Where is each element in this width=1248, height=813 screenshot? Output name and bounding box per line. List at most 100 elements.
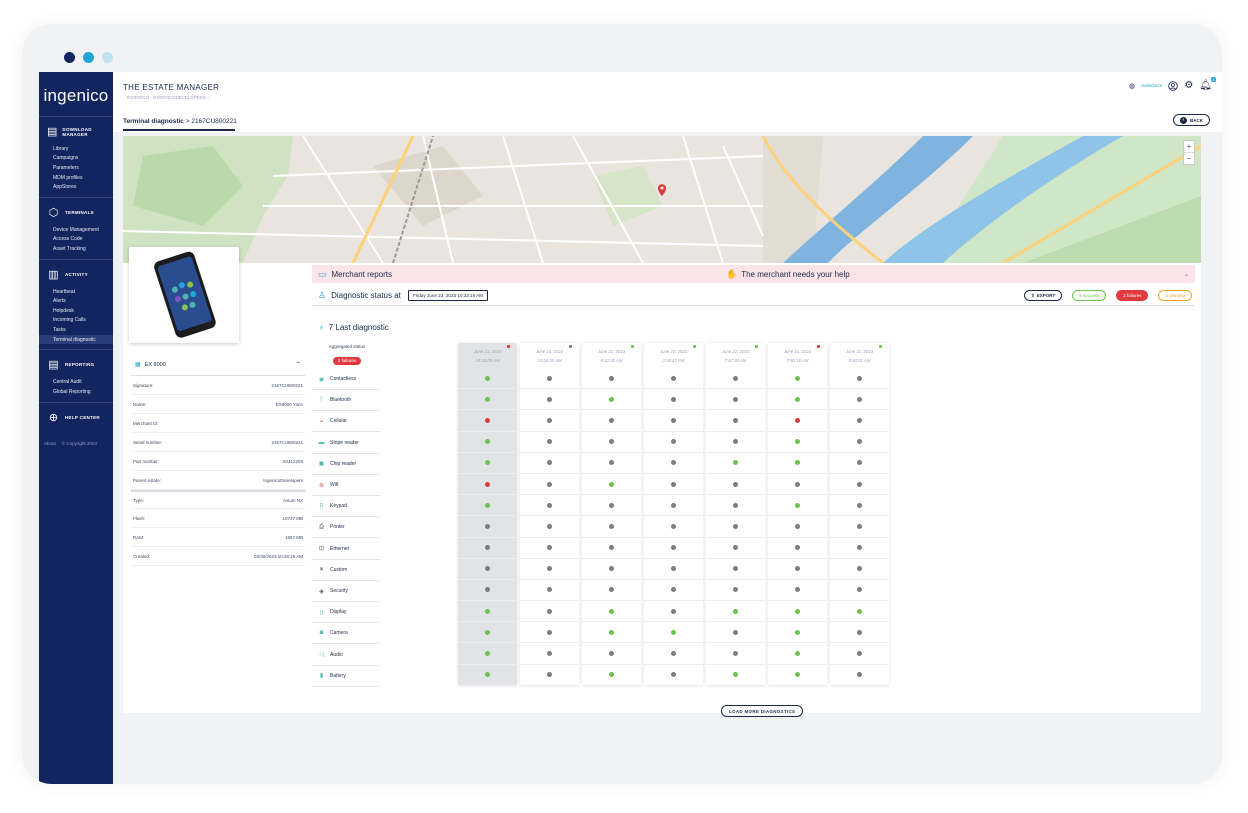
chevron-down-icon[interactable]: ⌄ xyxy=(1184,271,1189,278)
org-icon[interactable]: ◍ xyxy=(1129,82,1135,90)
sidebar-item-parameters[interactable]: Parameters xyxy=(39,163,113,173)
diagnostic-cell xyxy=(644,453,703,474)
status-dot xyxy=(795,523,800,529)
diagnostic-cell xyxy=(520,474,579,496)
diagnostic-column[interactable]: June 21, 2023 8:30:01 AM xyxy=(830,343,889,686)
diagnostic-column[interactable]: June 22, 2023 2:56:42 PM xyxy=(644,343,703,686)
diagnostic-status-flag xyxy=(507,345,510,348)
diagnostic-column[interactable]: June 23, 2023 10:10:09 AM xyxy=(458,343,517,686)
status-dot xyxy=(857,587,862,593)
back-button[interactable]: ‹ BACK xyxy=(1173,114,1210,126)
diagnostic-cell xyxy=(706,643,765,665)
sidebar-item-tasks[interactable]: Tasks xyxy=(39,325,113,335)
estate-breadcrumb[interactable]: INGENICO · INGENICODEVELOPERS › xyxy=(127,95,209,100)
aggregated-failures-badge: 2 failures xyxy=(332,356,362,365)
diagnostic-cell xyxy=(830,432,889,453)
diagnostic-column[interactable]: June 21, 2023 7:50:16 AM xyxy=(768,343,827,686)
sidebar-section-terminals[interactable]: ⬡ TERMINALS xyxy=(39,196,113,225)
sidebar-item-library[interactable]: Library xyxy=(39,144,113,154)
sidebar-item-mdm-profiles[interactable]: MDM profiles xyxy=(39,173,113,183)
status-dot xyxy=(857,439,862,445)
user-label[interactable]: Salesforce xyxy=(1141,83,1162,88)
page-title-section[interactable]: Terminal diagnostic xyxy=(123,118,184,125)
diagnostic-column-header[interactable]: June 22, 2023 2:56:42 PM xyxy=(644,343,703,368)
sidebar-section-reporting[interactable]: ▤ REPORTING xyxy=(39,349,113,377)
diagnostic-status-flag xyxy=(569,345,572,348)
diagnostic-cell xyxy=(768,474,827,496)
check-label-text: Stripe reader xyxy=(330,439,359,446)
diagnostic-cell xyxy=(768,601,827,623)
zoom-in-button[interactable]: + xyxy=(1184,141,1194,152)
copyright-text: © Copyright 2023 xyxy=(61,440,97,446)
sidebar-item-helpdesk[interactable]: Helpdesk xyxy=(39,306,113,316)
about-link[interactable]: About xyxy=(44,441,56,446)
diagnostic-column-header[interactable]: June 21, 2023 7:50:16 AM xyxy=(768,343,827,368)
status-dot xyxy=(485,502,490,508)
sidebar-item-central-audit[interactable]: Central Audit xyxy=(39,377,113,387)
sidebar-item-heartbeat[interactable]: Heartbeat xyxy=(39,287,113,297)
diagnostic-cell xyxy=(830,389,889,411)
check-label-ethernet: ⊡ Ethernet xyxy=(312,539,380,560)
user-icon[interactable] xyxy=(1168,80,1179,91)
sidebar-section-help-center[interactable]: ⊕ HELP CENTER xyxy=(39,401,113,430)
diagnostic-date-select[interactable]: Friday June 23, 2023 10:33:19 AM xyxy=(407,290,489,301)
status-dot xyxy=(733,608,738,614)
sidebar-section-download-manager[interactable]: ▤ DOWNLOAD MANAGER xyxy=(39,116,113,144)
check-label-wifi: ≋ Wifi xyxy=(312,475,380,496)
sidebar-item-global-reporting[interactable]: Global Reporting xyxy=(39,387,113,397)
diagnostic-column-header[interactable]: June 21, 2023 8:30:01 AM xyxy=(830,343,889,368)
diagnostic-cell xyxy=(644,410,703,432)
status-dot xyxy=(795,608,800,614)
merchant-reports-bar[interactable]: ▭ Merchant reports ✋ The merchant needs … xyxy=(312,265,1195,283)
sidebar-section-activity[interactable]: ▥ ACTIVITY xyxy=(39,258,113,287)
failures-filter[interactable]: 2 failures xyxy=(1116,290,1149,301)
device-info-label: RAM: xyxy=(133,534,145,540)
sidebar-item-incoming-calls[interactable]: Incoming Calls xyxy=(39,316,113,326)
gear-icon[interactable]: ⚙ xyxy=(1184,80,1193,91)
diagnostic-column-header[interactable]: June 23, 2023 10:24:30 AM xyxy=(520,343,579,368)
diagnostic-column[interactable]: June 22, 2023 7:47:30 AM xyxy=(706,343,765,686)
app-window: ingenico ▤ DOWNLOAD MANAGER Library Campaig… xyxy=(22,24,1222,784)
chevron-up-icon[interactable]: ⌃ xyxy=(296,361,301,368)
diagnostic-column-header[interactable]: June 23, 2023 10:10:09 AM xyxy=(458,343,517,368)
diagnostic-cell xyxy=(706,622,765,644)
sidebar-item-appstores[interactable]: AppStores xyxy=(39,182,113,192)
check-label-chip-reader: ▣ Chip reader xyxy=(312,454,380,475)
sidebar-item-alerts[interactable]: Alerts xyxy=(39,296,113,306)
diagnostic-cell xyxy=(706,389,765,411)
sidebar-item-asset-tracking[interactable]: Asset Tracking xyxy=(39,244,113,254)
diagnostic-column[interactable]: June 23, 2023 10:24:30 AM xyxy=(520,343,579,686)
warning-filter[interactable]: 0 warning xyxy=(1158,290,1192,301)
diagnostic-cell xyxy=(644,601,703,623)
diagnostic-column[interactable]: June 22, 2023 8:12:20 AM xyxy=(582,343,641,686)
status-dot xyxy=(857,523,862,529)
diagnostic-cell xyxy=(458,474,517,496)
terminal-location-map[interactable]: + − xyxy=(123,136,1201,263)
check-label-text: Camera xyxy=(330,630,348,637)
diagnostic-cell xyxy=(520,368,579,390)
device-info-label: Part number: xyxy=(133,458,160,464)
sidebar-item-campaigns[interactable]: Campaigns xyxy=(39,154,113,164)
diagnostic-cell xyxy=(644,643,703,665)
load-more-diagnostics-button[interactable]: LOAD MORE DIAGNOSTICS xyxy=(721,705,804,717)
diagnostic-cell xyxy=(520,432,579,453)
device-info-row: Created: 03/30/2023 10:28:19 AM xyxy=(131,547,305,566)
diagnostic-column-header[interactable]: June 22, 2023 7:47:30 AM xyxy=(706,343,765,368)
success-filter[interactable]: 9 success xyxy=(1072,290,1107,301)
device-info-row: Merchant Id: xyxy=(131,414,305,433)
device-model-row[interactable]: ▦ EX 8000 ⌃ xyxy=(131,358,305,376)
diagnostic-cell xyxy=(830,368,889,390)
bell-icon[interactable]: 🔔︎ 3 xyxy=(1199,77,1216,91)
sidebar-item-access-code[interactable]: Access Code xyxy=(39,235,113,245)
top-bar: THE ESTATE MANAGER INGENICO · INGENICODE… xyxy=(113,72,1222,112)
export-button[interactable]: ⇪ EXPORT xyxy=(1023,290,1063,301)
diagnostic-column-header[interactable]: June 22, 2023 8:12:20 AM xyxy=(582,343,641,368)
ingenico-logo[interactable]: ingenico xyxy=(39,72,113,116)
zoom-out-button[interactable]: − xyxy=(1184,152,1194,164)
sidebar-item-device-management[interactable]: Device Management xyxy=(39,225,113,235)
check-label-text: Cellular xyxy=(330,418,347,425)
diagnostic-date: June 23, 2023 xyxy=(473,349,502,354)
sidebar-item-terminal-diagnostic[interactable]: Terminal diagnostic xyxy=(39,334,113,345)
diagnostic-cell xyxy=(830,453,889,474)
battery-icon: ▮ xyxy=(319,673,324,680)
